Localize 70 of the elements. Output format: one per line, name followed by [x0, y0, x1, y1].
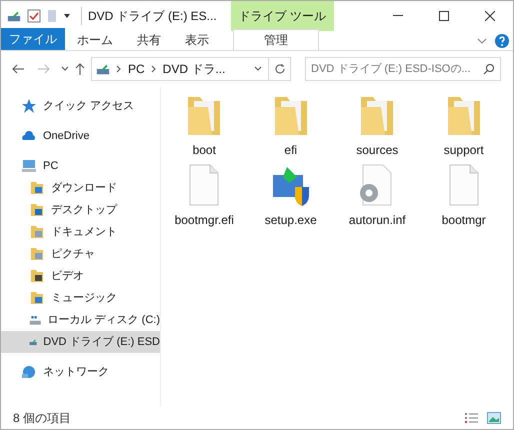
- search-icon: [483, 63, 495, 75]
- nav-label: ドキュメント: [51, 224, 117, 240]
- file-name[interactable]: boot: [192, 141, 216, 159]
- star-icon: [21, 98, 37, 114]
- expand-ribbon-icon[interactable]: [477, 38, 487, 44]
- nav-label: ダウンロード: [51, 180, 117, 196]
- nav-label: ビデオ: [51, 268, 84, 284]
- folder-icon: [29, 180, 45, 196]
- properties-icon[interactable]: [27, 9, 41, 23]
- nav-label: ネットワーク: [43, 364, 109, 380]
- file-name[interactable]: support: [444, 141, 484, 159]
- chevron-icon: [116, 65, 122, 73]
- nav-item[interactable]: ピクチャ: [1, 243, 160, 265]
- nav-item[interactable]: ドキュメント: [1, 221, 160, 243]
- nav-item[interactable]: クイック アクセス: [1, 95, 160, 117]
- folder-icon: [29, 290, 45, 306]
- nav-label: OneDrive: [43, 128, 90, 144]
- nav-item[interactable]: ネットワーク: [1, 361, 160, 383]
- nav-item[interactable]: ローカル ディスク (C:): [1, 309, 160, 331]
- refresh-icon: [274, 63, 286, 75]
- nav-label: デスクトップ: [51, 202, 117, 218]
- file-name[interactable]: bootmgr.efi: [174, 211, 234, 229]
- ribbon-tab[interactable]: ファイル: [1, 28, 65, 50]
- drive-icon: [96, 62, 110, 76]
- nav-label: ミュージック: [51, 290, 117, 306]
- context-group-label: ドライブ ツール: [230, 1, 334, 31]
- breadcrumb[interactable]: DVD ドラ...: [162, 60, 226, 78]
- nav-item[interactable]: ダウンロード: [1, 177, 160, 199]
- drive-icon: [7, 9, 21, 23]
- nav-item[interactable]: デスクトップ: [1, 199, 160, 221]
- dropdown-icon[interactable]: [63, 13, 71, 19]
- nav-label: ピクチャ: [51, 246, 95, 262]
- folder-icon: [29, 224, 45, 240]
- address-bar[interactable]: PC DVD ドラ...: [91, 57, 291, 81]
- search-field[interactable]: DVD ドライブ (E:) ESD-ISOの...: [305, 57, 501, 81]
- computer-icon: [21, 158, 37, 174]
- nav-item[interactable]: OneDrive: [1, 125, 160, 147]
- close-icon: [485, 11, 495, 21]
- nav-label: DVD ドライブ (E:) ESD: [43, 334, 160, 350]
- nav-item[interactable]: PC: [1, 155, 160, 177]
- file-name[interactable]: sources: [356, 141, 398, 159]
- nav-label: PC: [43, 158, 58, 174]
- details-view-icon[interactable]: [465, 412, 479, 424]
- chevron-icon: [150, 65, 157, 73]
- minimize-icon: [393, 15, 403, 17]
- folder-icon: [29, 268, 45, 284]
- nav-item[interactable]: ミュージック: [1, 287, 160, 309]
- up-icon[interactable]: [75, 62, 85, 76]
- dropdown-icon[interactable]: [254, 66, 262, 72]
- ribbon-tab[interactable]: 管理: [233, 29, 319, 50]
- ribbon-tab[interactable]: 共有: [125, 30, 173, 50]
- help-icon[interactable]: [495, 34, 509, 48]
- back-icon[interactable]: [11, 64, 25, 74]
- breadcrumb[interactable]: PC: [128, 60, 145, 78]
- folder-icon: [29, 246, 45, 262]
- ribbon-tab[interactable]: 表示: [173, 30, 221, 50]
- ribbon-tab[interactable]: ホーム: [65, 30, 125, 50]
- file-name[interactable]: efi: [284, 141, 298, 159]
- folder-icon: [29, 202, 45, 218]
- file-name[interactable]: bootmgr: [442, 211, 486, 229]
- nav-item[interactable]: ビデオ: [1, 265, 160, 287]
- window-title: DVD ドライブ (E:) ES...: [81, 7, 217, 25]
- file-name[interactable]: autorun.inf: [348, 211, 406, 229]
- nav-label: クイック アクセス: [43, 98, 134, 114]
- maximize-icon: [439, 11, 449, 21]
- nav-label: ローカル ディスク (C:): [48, 312, 160, 328]
- file-name[interactable]: setup.exe: [264, 211, 317, 229]
- recent-locations-icon[interactable]: [61, 66, 69, 72]
- item-count: 8 個の項目: [13, 410, 72, 427]
- nav-item[interactable]: DVD ドライブ (E:) ESD: [1, 331, 160, 353]
